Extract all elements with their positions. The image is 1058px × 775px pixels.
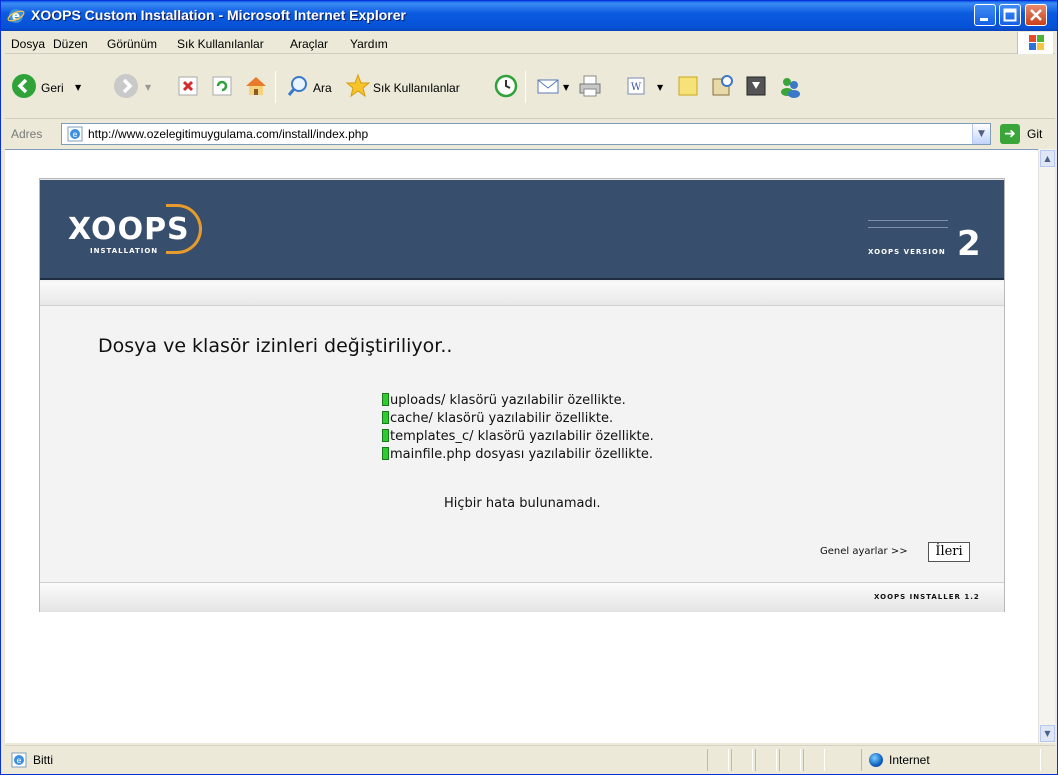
scroll-down-icon[interactable]: ▼ <box>1040 725 1055 742</box>
menu-dosya[interactable]: Dosya <box>11 37 45 51</box>
minimize-icon <box>980 18 988 21</box>
star-icon[interactable] <box>345 73 371 99</box>
page-viewport: XOOPS INSTALLATION XOOPS VERSION 2 Dosya… <box>5 149 1038 743</box>
ok-mark-icon <box>382 447 389 460</box>
xoops-version-number: 2 <box>957 224 981 264</box>
permission-row: mainfile.php dosyası yazılabilir özellik… <box>382 447 653 462</box>
home-icon[interactable] <box>243 73 269 99</box>
menu-araclar[interactable]: Araçlar <box>290 37 328 51</box>
menu-favorites[interactable]: Sık Kullanılanlar <box>177 37 264 51</box>
ok-mark-icon <box>382 411 389 424</box>
svg-text:e: e <box>17 756 22 765</box>
svg-text:e: e <box>73 130 78 139</box>
search-icon[interactable] <box>285 73 311 99</box>
history-icon[interactable] <box>493 73 519 99</box>
word-icon[interactable]: W <box>623 73 649 99</box>
address-label: Adres <box>11 127 43 141</box>
scroll-up-icon[interactable]: ▲ <box>1040 150 1055 167</box>
refresh-icon[interactable] <box>209 73 235 99</box>
status-bar: e Bitti Internet <box>5 745 1055 773</box>
ok-mark-icon <box>382 429 389 442</box>
search-label[interactable]: Ara <box>313 81 332 95</box>
mail-icon[interactable] <box>535 73 561 99</box>
vertical-scrollbar[interactable]: ▲ ▼ <box>1038 149 1055 743</box>
minimize-button[interactable] <box>974 4 996 26</box>
permission-row: cache/ klasörü yazılabilir özellikte. <box>382 411 613 426</box>
window-title: XOOPS Custom Installation - Microsoft In… <box>31 7 406 23</box>
back-arrow-icon[interactable] <box>11 73 37 99</box>
forward-arrow-icon[interactable] <box>113 73 139 99</box>
maximize-icon <box>1003 8 1017 22</box>
address-dropdown-icon[interactable]: ▼ <box>972 124 990 144</box>
xoops-installer-panel: XOOPS INSTALLATION XOOPS VERSION 2 Dosya… <box>39 178 1005 612</box>
windows-logo-icon <box>1017 32 1053 54</box>
menu-yardim[interactable]: Yardım <box>350 37 388 51</box>
svg-text:W: W <box>631 82 642 93</box>
address-input[interactable]: e http://www.ozelegitimuygulama.com/inst… <box>61 123 991 145</box>
forward-dropdown-icon[interactable]: ▼ <box>145 83 151 92</box>
go-arrow-icon[interactable]: ➜ <box>1000 124 1020 144</box>
print-icon[interactable] <box>577 73 603 99</box>
page-done-icon: e <box>11 752 27 768</box>
installer-header: XOOPS INSTALLATION XOOPS VERSION 2 <box>40 180 1004 280</box>
next-step-label: Genel ayarlar >> <box>820 546 908 557</box>
zone-text: Internet <box>889 753 930 767</box>
maximize-button[interactable] <box>999 4 1021 26</box>
version-decoration <box>868 220 948 228</box>
toolbar-separator <box>275 71 276 103</box>
xoops-logo-arc-icon <box>166 204 202 254</box>
installer-footer: XOOPS INSTALLER 1.2 <box>40 582 1004 612</box>
installer-band <box>40 282 1004 306</box>
address-url: http://www.ozelegitimuygulama.com/instal… <box>88 127 369 141</box>
menu-bar: Dosya Düzen Görünüm Sık Kullanılanlar Ar… <box>5 32 1055 54</box>
menu-duzen[interactable]: Düzen <box>53 37 88 51</box>
next-button[interactable]: İleri <box>928 542 970 562</box>
xoops-version-label: XOOPS VERSION <box>868 248 946 256</box>
messenger-film-icon[interactable] <box>743 73 769 99</box>
mail-dropdown-icon[interactable]: ▼ <box>563 83 569 92</box>
edit-dropdown-icon[interactable]: ▼ <box>657 83 663 92</box>
address-bar: Adres e http://www.ozelegitimuygulama.co… <box>5 121 1055 147</box>
xoops-logo-subtitle: INSTALLATION <box>90 247 159 255</box>
installer-version-footer: XOOPS INSTALLER 1.2 <box>874 593 980 601</box>
close-button[interactable] <box>1025 4 1047 26</box>
stop-icon[interactable] <box>175 73 201 99</box>
toolbar-separator <box>525 71 526 103</box>
ok-mark-icon <box>382 393 389 406</box>
page-icon: e <box>67 126 83 142</box>
internet-zone-icon <box>869 753 883 767</box>
notes-icon[interactable] <box>675 73 701 99</box>
toolbar: Geri ▼ ▼ Ara Sık Kullanılanlar ▼ W ▼ <box>5 55 1055 119</box>
back-dropdown-icon[interactable]: ▼ <box>75 83 81 92</box>
ie-logo-icon: e <box>7 9 25 23</box>
research-icon[interactable] <box>709 73 735 99</box>
title-bar: e XOOPS Custom Installation - Microsoft … <box>1 1 1057 31</box>
messenger-icon[interactable] <box>777 73 803 99</box>
permission-row: templates_c/ klasörü yazılabilir özellik… <box>382 429 654 444</box>
close-icon <box>1030 9 1042 21</box>
permission-row: uploads/ klasörü yazılabilir özellikte. <box>382 393 626 408</box>
menu-gorunum[interactable]: Görünüm <box>107 37 157 51</box>
browser-window: e XOOPS Custom Installation - Microsoft … <box>0 0 1058 775</box>
back-label[interactable]: Geri <box>41 81 64 95</box>
page-heading: Dosya ve klasör izinleri değiştiriliyor.… <box>98 335 453 357</box>
favorites-label[interactable]: Sık Kullanılanlar <box>373 81 460 95</box>
status-text: Bitti <box>33 753 54 767</box>
go-label[interactable]: Git <box>1027 127 1042 141</box>
no-error-message: Hiçbir hata bulunamadı. <box>444 496 601 511</box>
